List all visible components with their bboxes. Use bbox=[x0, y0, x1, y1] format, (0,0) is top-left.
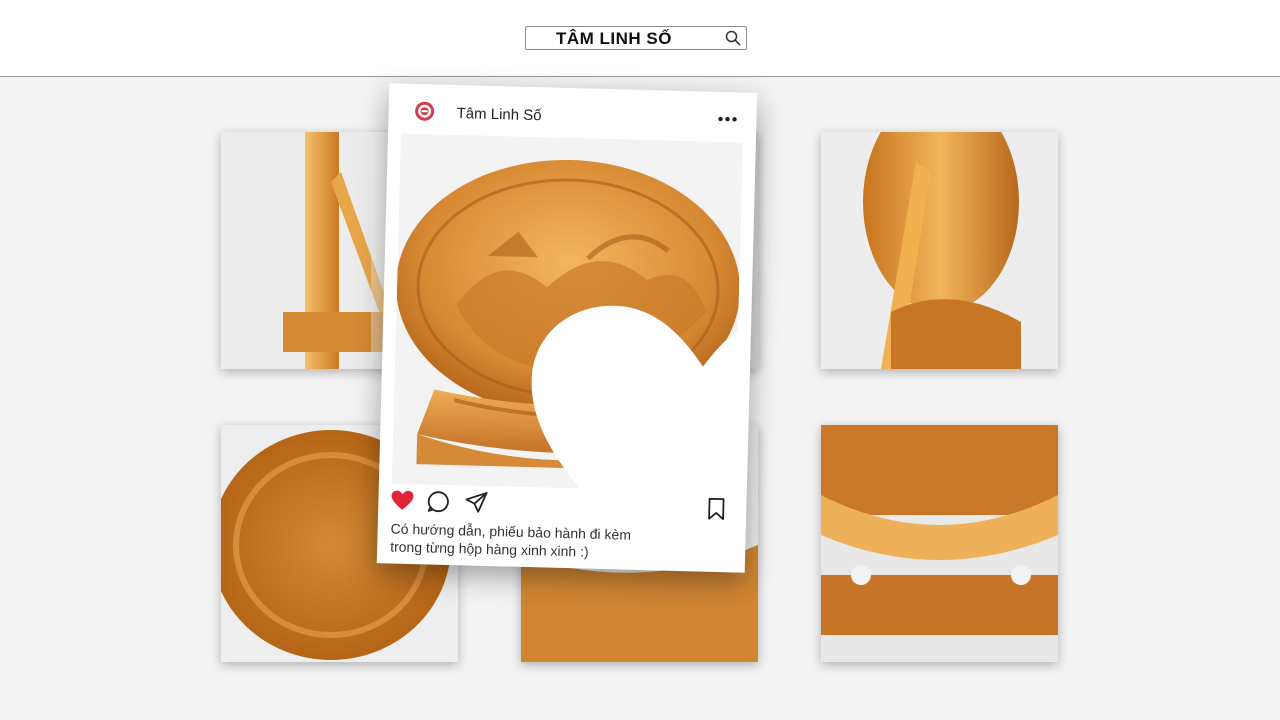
product-tile-back bbox=[821, 132, 1058, 369]
search-box[interactable]: TÂM LINH SỐ bbox=[525, 26, 747, 50]
bookmark-button[interactable] bbox=[704, 497, 729, 522]
share-button[interactable] bbox=[464, 490, 489, 515]
post-caption: Có hướng dẫn, phiếu bảo hành đi kèm tron… bbox=[390, 519, 721, 564]
search-input[interactable]: TÂM LINH SỐ bbox=[556, 29, 672, 49]
comment-icon[interactable] bbox=[426, 489, 451, 514]
more-options-icon[interactable] bbox=[716, 114, 738, 125]
product-tile-base-detail bbox=[821, 425, 1058, 662]
comment-button[interactable] bbox=[426, 489, 451, 514]
like-button[interactable] bbox=[390, 488, 415, 513]
post-image[interactable] bbox=[391, 133, 743, 493]
social-post-card: Tâm Linh Số Có hướng dẫn, phiếu bảo hành… bbox=[376, 83, 758, 573]
account-name[interactable]: Tâm Linh Số bbox=[456, 105, 541, 124]
search-icon[interactable] bbox=[725, 30, 741, 46]
bookmark-icon[interactable] bbox=[704, 497, 729, 522]
share-icon[interactable] bbox=[464, 490, 489, 515]
product-photo bbox=[821, 425, 1058, 662]
avatar-logo-icon[interactable] bbox=[414, 101, 435, 122]
top-bar: TÂM LINH SỐ bbox=[0, 0, 1280, 77]
heart-icon[interactable] bbox=[390, 488, 415, 513]
product-photo bbox=[821, 132, 1058, 369]
like-heart-overlay-icon bbox=[531, 305, 743, 493]
